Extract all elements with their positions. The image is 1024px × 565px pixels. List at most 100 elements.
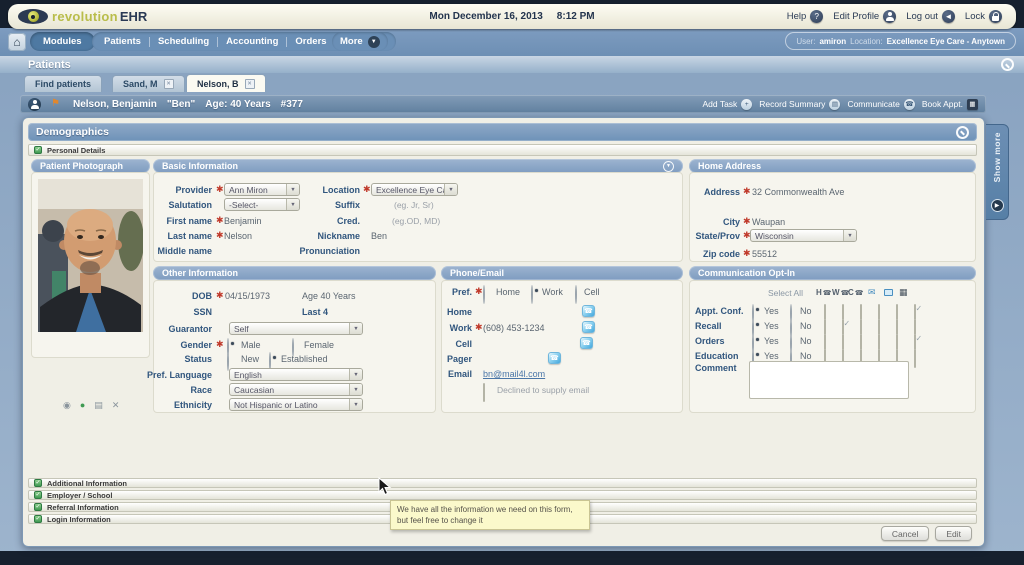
field-state: State/Prov ✱ Wisconsin▼ [690, 229, 975, 242]
cred-hint: (eg.OD, MD) [392, 216, 440, 226]
search-icon[interactable] [956, 126, 969, 139]
image-upload-icon[interactable]: ● [80, 401, 85, 410]
user-label: User: [796, 37, 815, 46]
pref-language-dropdown[interactable]: English▼ [229, 368, 363, 381]
tab-find-patients[interactable]: Find patients [24, 75, 102, 92]
email-link[interactable]: bn@mail4l.com [483, 369, 545, 379]
phone-icon: ☎ [823, 289, 832, 297]
print-icon[interactable]: ▤ [94, 401, 103, 410]
nav-orders[interactable]: Orders [295, 36, 326, 47]
location-value: Excellence Eye Care - Anytown [887, 37, 1005, 46]
optin-row-orders: Orders Yes No [690, 335, 975, 347]
declined-email-label: Declined to supply email [497, 385, 589, 395]
window-bottom-strip [0, 551, 1024, 565]
close-tab-icon[interactable]: ✕ [164, 79, 174, 89]
state-label: State/Prov [690, 231, 740, 241]
section-personal-details[interactable]: ✓ Personal Details [28, 144, 977, 156]
communicate-icon[interactable]: ☎ [904, 99, 915, 110]
nav-modules[interactable]: Modules [30, 32, 95, 51]
nav-patients[interactable]: Patients [104, 36, 141, 47]
work-phone-column-icon: W☎ [832, 288, 849, 297]
cancel-button[interactable]: Cancel [881, 526, 929, 541]
app-window: revolution EHR Mon December 16, 2013 8:1… [0, 0, 1024, 565]
location-label: Location: [850, 37, 882, 46]
select-all-link[interactable]: Select All [768, 288, 803, 298]
ethnicity-dropdown[interactable]: Not Hispanic or Latino▼ [229, 398, 363, 411]
remove-photo-icon[interactable]: ✕ [112, 401, 120, 410]
edit-profile-link[interactable]: Edit Profile [833, 10, 896, 23]
phone-icon[interactable]: ☎ [582, 305, 595, 317]
location-label: Location [272, 185, 360, 195]
optin-checkbox[interactable] [914, 349, 916, 368]
demographics-panel: Demographics ✓ Personal Details Patient … [22, 117, 985, 547]
add-task-icon[interactable]: + [741, 99, 752, 110]
last-name-value: Nelson [224, 231, 252, 241]
record-summary-icon[interactable]: ▤ [829, 99, 840, 110]
communicate-button[interactable]: Communicate☎ [847, 99, 914, 110]
close-tab-icon[interactable]: ✕ [245, 79, 255, 89]
record-summary-button[interactable]: Record Summary▤ [759, 99, 840, 110]
phone-icon[interactable]: ☎ [582, 321, 595, 333]
comm-optin-body: Select All H☎ W☎ C☎ ✉ ▦ Appt. Conf. Yes … [689, 280, 976, 413]
field-ethnicity: Ethnicity Not Hispanic or Latino▼ [154, 398, 435, 411]
help-icon[interactable]: ? [810, 10, 823, 23]
chevron-down-icon[interactable]: ▼ [368, 36, 380, 48]
home-icon[interactable]: ⌂ [8, 33, 26, 51]
pref-home-radio[interactable] [483, 285, 485, 304]
dob-value: 04/15/1973 [225, 291, 270, 301]
section-employer-school[interactable]: ✓Employer / School [28, 490, 977, 500]
add-task-button[interactable]: Add Task+ [702, 99, 752, 110]
pref-work-radio[interactable] [531, 285, 533, 304]
state-dropdown[interactable]: Wisconsin▼ [750, 229, 857, 242]
phone-icon[interactable]: ☎ [580, 337, 593, 349]
edit-button[interactable]: Edit [935, 526, 972, 541]
webcam-icon[interactable]: ◉ [63, 401, 71, 410]
show-more-tab[interactable]: Show more ▶ [986, 124, 1009, 220]
tab-sand-m[interactable]: Sand, M✕ [112, 75, 185, 92]
expand-arrow-icon[interactable]: ▶ [991, 199, 1004, 212]
collapse-chevron-icon[interactable]: ▼ [663, 161, 674, 172]
nav-accounting[interactable]: Accounting [226, 36, 278, 47]
logout-arrow-icon[interactable]: ◄ [942, 10, 955, 23]
dob-age: Age 40 Years [302, 291, 356, 301]
field-cell-phone: Cell ☎ [442, 337, 682, 350]
guarantor-dropdown[interactable]: Self▼ [229, 322, 363, 335]
pref-label: Pref. [442, 287, 472, 297]
lock-icon[interactable] [989, 10, 1002, 23]
field-lastname-nickname: Last name ✱ Nelson Nickname Ben [154, 229, 682, 242]
lock-link[interactable]: Lock [965, 10, 1002, 23]
phone-icon[interactable]: ☎ [548, 352, 561, 364]
book-appt-icon[interactable]: ▦ [967, 99, 978, 110]
tab-nelson-b[interactable]: Nelson, B✕ [186, 74, 266, 92]
patient-name: Nelson, Benjamin [73, 99, 157, 110]
location-dropdown[interactable]: Excellence Eye Care - N▼ [371, 183, 458, 196]
field-pref-language: Pref. Language English▼ [154, 368, 435, 381]
race-dropdown[interactable]: Caucasian▼ [229, 383, 363, 396]
alert-flag-icon[interactable]: ⚑ [51, 99, 60, 109]
section-additional-information[interactable]: ✓Additional Information [28, 478, 977, 488]
mouse-cursor [378, 477, 392, 497]
declined-email-checkbox[interactable] [483, 383, 485, 402]
help-link[interactable]: Help? [787, 10, 824, 23]
info-tooltip: We have all the information we need on t… [390, 500, 590, 530]
comment-textarea[interactable] [749, 361, 909, 399]
field-email: Email bn@mail4l.com [442, 367, 682, 380]
pref-cell-radio[interactable] [575, 285, 577, 304]
book-appt-button[interactable]: Book Appt.▦ [922, 99, 978, 110]
logout-link[interactable]: Log out◄ [906, 10, 955, 23]
mail-icon: ✉ [868, 287, 876, 298]
nav-scheduling[interactable]: Scheduling [158, 36, 209, 47]
home-address-header: Home Address [689, 159, 976, 173]
chevron-down-icon: ▼ [349, 369, 362, 380]
field-work-phone: Work ✱ (608) 453-1234 ☎ [442, 321, 682, 334]
field-phone-pref: Pref. ✱ Home Work Cell [442, 286, 682, 298]
first-name-value: Benjamin [224, 216, 262, 226]
race-label: Race [154, 385, 212, 395]
profile-icon[interactable] [883, 10, 896, 23]
wrench-icon[interactable] [1001, 58, 1014, 71]
patient-summary-bar: ⚑ Nelson, Benjamin "Ben" Age: 40 Years #… [20, 95, 986, 113]
cell-phone-column-icon: C☎ [848, 288, 864, 297]
nav-more[interactable]: More▼ [332, 32, 388, 51]
pref-language-label: Pref. Language [140, 370, 212, 380]
pref-work-label: Work [542, 287, 563, 297]
